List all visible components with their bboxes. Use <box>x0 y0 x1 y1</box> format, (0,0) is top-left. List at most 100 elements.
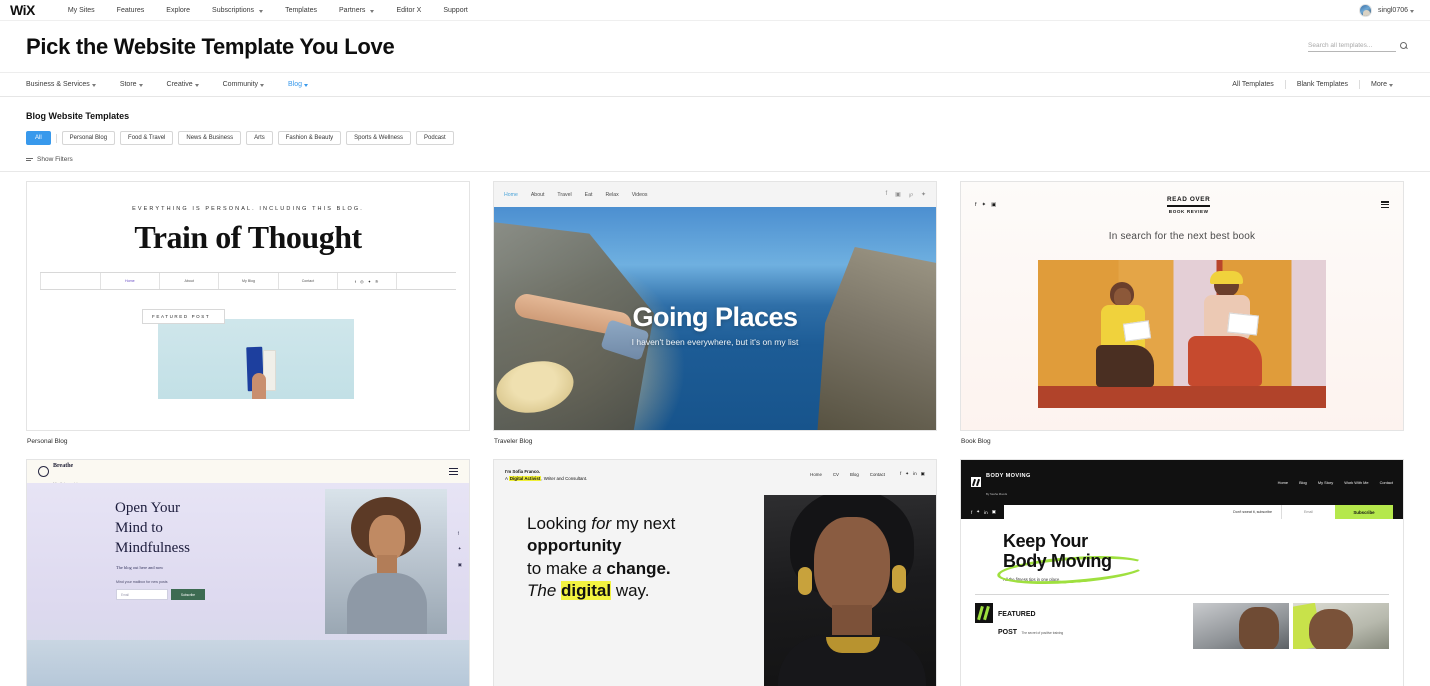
topnav-item-explore[interactable]: Explore <box>155 7 201 14</box>
category-nav-right: All Templates Blank Templates More <box>1221 80 1404 89</box>
template-card-label: Book Blog <box>961 438 991 445</box>
headline-part: to make <box>527 558 593 578</box>
topnav-label: Support <box>443 6 468 14</box>
chip-sports-wellness[interactable]: Sports & Wellness <box>346 131 412 145</box>
template-thumbnail-fitness-blog[interactable]: BODY MOVING By Sasha Moods Home Blog My … <box>960 459 1404 686</box>
chevron-down-icon <box>259 9 264 13</box>
template-inner-nav: Home About Travel Eat Relax Videos f ▣ ℘ ✦ <box>494 182 936 207</box>
subscribe-row: f ✦ in ▣ Don't sweat it, subscribe Email Su… <box>971 505 1393 519</box>
featured-post-label-block: FEATURED POST The secret of positive tra… <box>975 603 1125 649</box>
chip-podcast[interactable]: Podcast <box>416 131 454 145</box>
show-filters-button[interactable]: Show Filters <box>26 156 1404 171</box>
template-card-label: Personal Blog <box>27 438 68 445</box>
inner-nav-blog: Blog <box>850 471 859 477</box>
featured-mark-icon <box>975 603 993 624</box>
chip-arts[interactable]: Arts <box>246 131 273 145</box>
logo-brand: Breathe <box>53 462 74 469</box>
template-card[interactable]: f ✦ ▣ READ OVER BOOK REVIEW In search for … <box>960 181 1404 459</box>
headline-bold: change. <box>601 558 671 578</box>
template-thumbnail-mindfulness-blog[interactable]: Breathe Mindfulness blog Open YourMind t… <box>26 459 470 686</box>
inner-nav-home: Home <box>504 191 518 198</box>
chip-fashion-beauty[interactable]: Fashion & Beauty <box>277 131 342 145</box>
account-area[interactable]: singl0706 <box>1359 3 1420 17</box>
category-business-services[interactable]: Business & Services <box>26 81 108 88</box>
template-thumbnail-sofia-franco-blog[interactable]: I'm Sofia Franco. A Digital Activist, Wr… <box>493 459 937 686</box>
category-label: Business & Services <box>26 81 90 88</box>
category-blog[interactable]: Blog <box>288 81 320 88</box>
category-label: Creative <box>166 81 193 88</box>
search-icon[interactable] <box>1400 41 1407 49</box>
template-inner-header: I'm Sofia Franco. A Digital Activist, Wr… <box>494 460 936 483</box>
template-tagline: In search for the next best book <box>1108 230 1256 242</box>
topnav-item-support[interactable]: Support <box>432 7 479 14</box>
topnav-item-templates[interactable]: Templates <box>274 7 328 14</box>
headline-line-2: Body Moving <box>1003 551 1112 572</box>
logo-sub: By Sasha Moods <box>986 492 1008 496</box>
wix-logo[interactable]: WiX <box>8 3 35 17</box>
search-input[interactable] <box>1308 41 1396 49</box>
inner-nav-about: About <box>160 273 220 289</box>
hero-area: Keep Your Body Moving All the fitness ti… <box>961 519 1403 589</box>
hero-headline: Keep Your Body Moving <box>1003 531 1403 571</box>
chip-personal-blog[interactable]: Personal Blog <box>61 131 116 145</box>
inner-nav-cv: CV <box>832 471 839 477</box>
chevron-down-icon <box>194 84 199 87</box>
page-header: Pick the Website Template You Love <box>0 21 1430 73</box>
blank-templates-link[interactable]: Blank Templates <box>1286 81 1359 88</box>
headline-line-1: Keep Your <box>1003 531 1088 551</box>
more-link[interactable]: More <box>1360 81 1404 88</box>
all-templates-link[interactable]: All Templates <box>1221 81 1285 88</box>
inner-nav-blog: Blog <box>1299 479 1307 485</box>
header-row-top: BODY MOVING By Sasha Moods Home Blog My … <box>971 464 1393 500</box>
inner-nav-home: Home <box>101 273 160 289</box>
topnav-item-subscriptions[interactable]: Subscriptions <box>201 7 274 14</box>
category-nav: Business & Services Store Creative Commu… <box>0 73 1430 97</box>
avatar[interactable] <box>1359 3 1373 17</box>
template-thumbnail-book-blog[interactable]: f ✦ ▣ READ OVER BOOK REVIEW In search for … <box>960 181 1404 431</box>
template-thumbnail-traveler-blog[interactable]: Home About Travel Eat Relax Videos f ▣ ℘ ✦ … <box>493 181 937 431</box>
category-label: Community <box>222 81 259 88</box>
template-card-label: Traveler Blog <box>494 438 533 445</box>
template-card[interactable]: EVERYTHING IS PERSONAL. INCLUDING THIS B… <box>26 181 470 459</box>
inner-nav-home: Home <box>810 471 822 477</box>
category-community[interactable]: Community <box>223 81 276 88</box>
intro-line-1: I'm Sofia Franco. <box>505 469 541 474</box>
search-box[interactable] <box>1308 41 1407 52</box>
chip-news-business[interactable]: News & Business <box>178 131 242 145</box>
filter-icon <box>26 157 33 162</box>
template-tagline: EVERYTHING IS PERSONAL. INCLUDING THIS B… <box>132 206 364 212</box>
twitter-icon: ✦ <box>920 192 926 198</box>
chevron-down-icon <box>1389 84 1393 87</box>
topnav-item-features[interactable]: Features <box>106 7 156 14</box>
topnav-item-editor-x[interactable]: Editor X <box>385 7 432 14</box>
linkedin-icon: in <box>913 471 917 476</box>
hero-image: Going Places I haven't been everywhere, … <box>494 207 936 430</box>
category-creative[interactable]: Creative <box>167 81 211 88</box>
chip-all[interactable]: All <box>26 131 51 145</box>
email-field: Email <box>1281 505 1335 519</box>
instagram-icon: ▣ <box>920 471 925 476</box>
account-username[interactable]: singl0706 <box>1378 7 1414 14</box>
topnav-item-my-sites[interactable]: My Sites <box>57 7 106 14</box>
logo-mark-icon <box>971 477 981 487</box>
subscribe-form: Email Subscribe <box>116 589 205 600</box>
social-icons: f ✦ ▣ <box>975 202 996 208</box>
inner-nav-eat: Eat <box>584 191 593 198</box>
inner-nav-contact: Contact <box>1379 479 1393 485</box>
template-inner-header: f ✦ ▣ READ OVER BOOK REVIEW <box>961 182 1403 214</box>
earring-left <box>798 567 812 595</box>
template-inner-nav: Home About My Blog Contact f ◎ ✦ ℗ <box>40 272 456 290</box>
template-card[interactable]: Home About Travel Eat Relax Videos f ▣ ℘ ✦ … <box>493 181 937 459</box>
hat <box>1210 270 1243 284</box>
template-card[interactable]: BODY MOVING By Sasha Moods Home Blog My … <box>960 459 1404 686</box>
meditation-photo <box>325 489 447 634</box>
template-card[interactable]: I'm Sofia Franco. A Digital Activist, Wr… <box>493 459 937 686</box>
facebook-icon: f <box>885 191 888 197</box>
topnav-item-partners[interactable]: Partners <box>328 7 385 14</box>
chevron-down-icon <box>304 84 309 87</box>
category-store[interactable]: Store <box>120 81 155 88</box>
chip-food-travel[interactable]: Food & Travel <box>120 131 174 145</box>
template-thumbnail-personal-blog[interactable]: EVERYTHING IS PERSONAL. INCLUDING THIS B… <box>26 181 470 431</box>
template-card[interactable]: Breathe Mindfulness blog Open YourMind t… <box>26 459 470 686</box>
topnav-label: My Sites <box>67 6 95 14</box>
